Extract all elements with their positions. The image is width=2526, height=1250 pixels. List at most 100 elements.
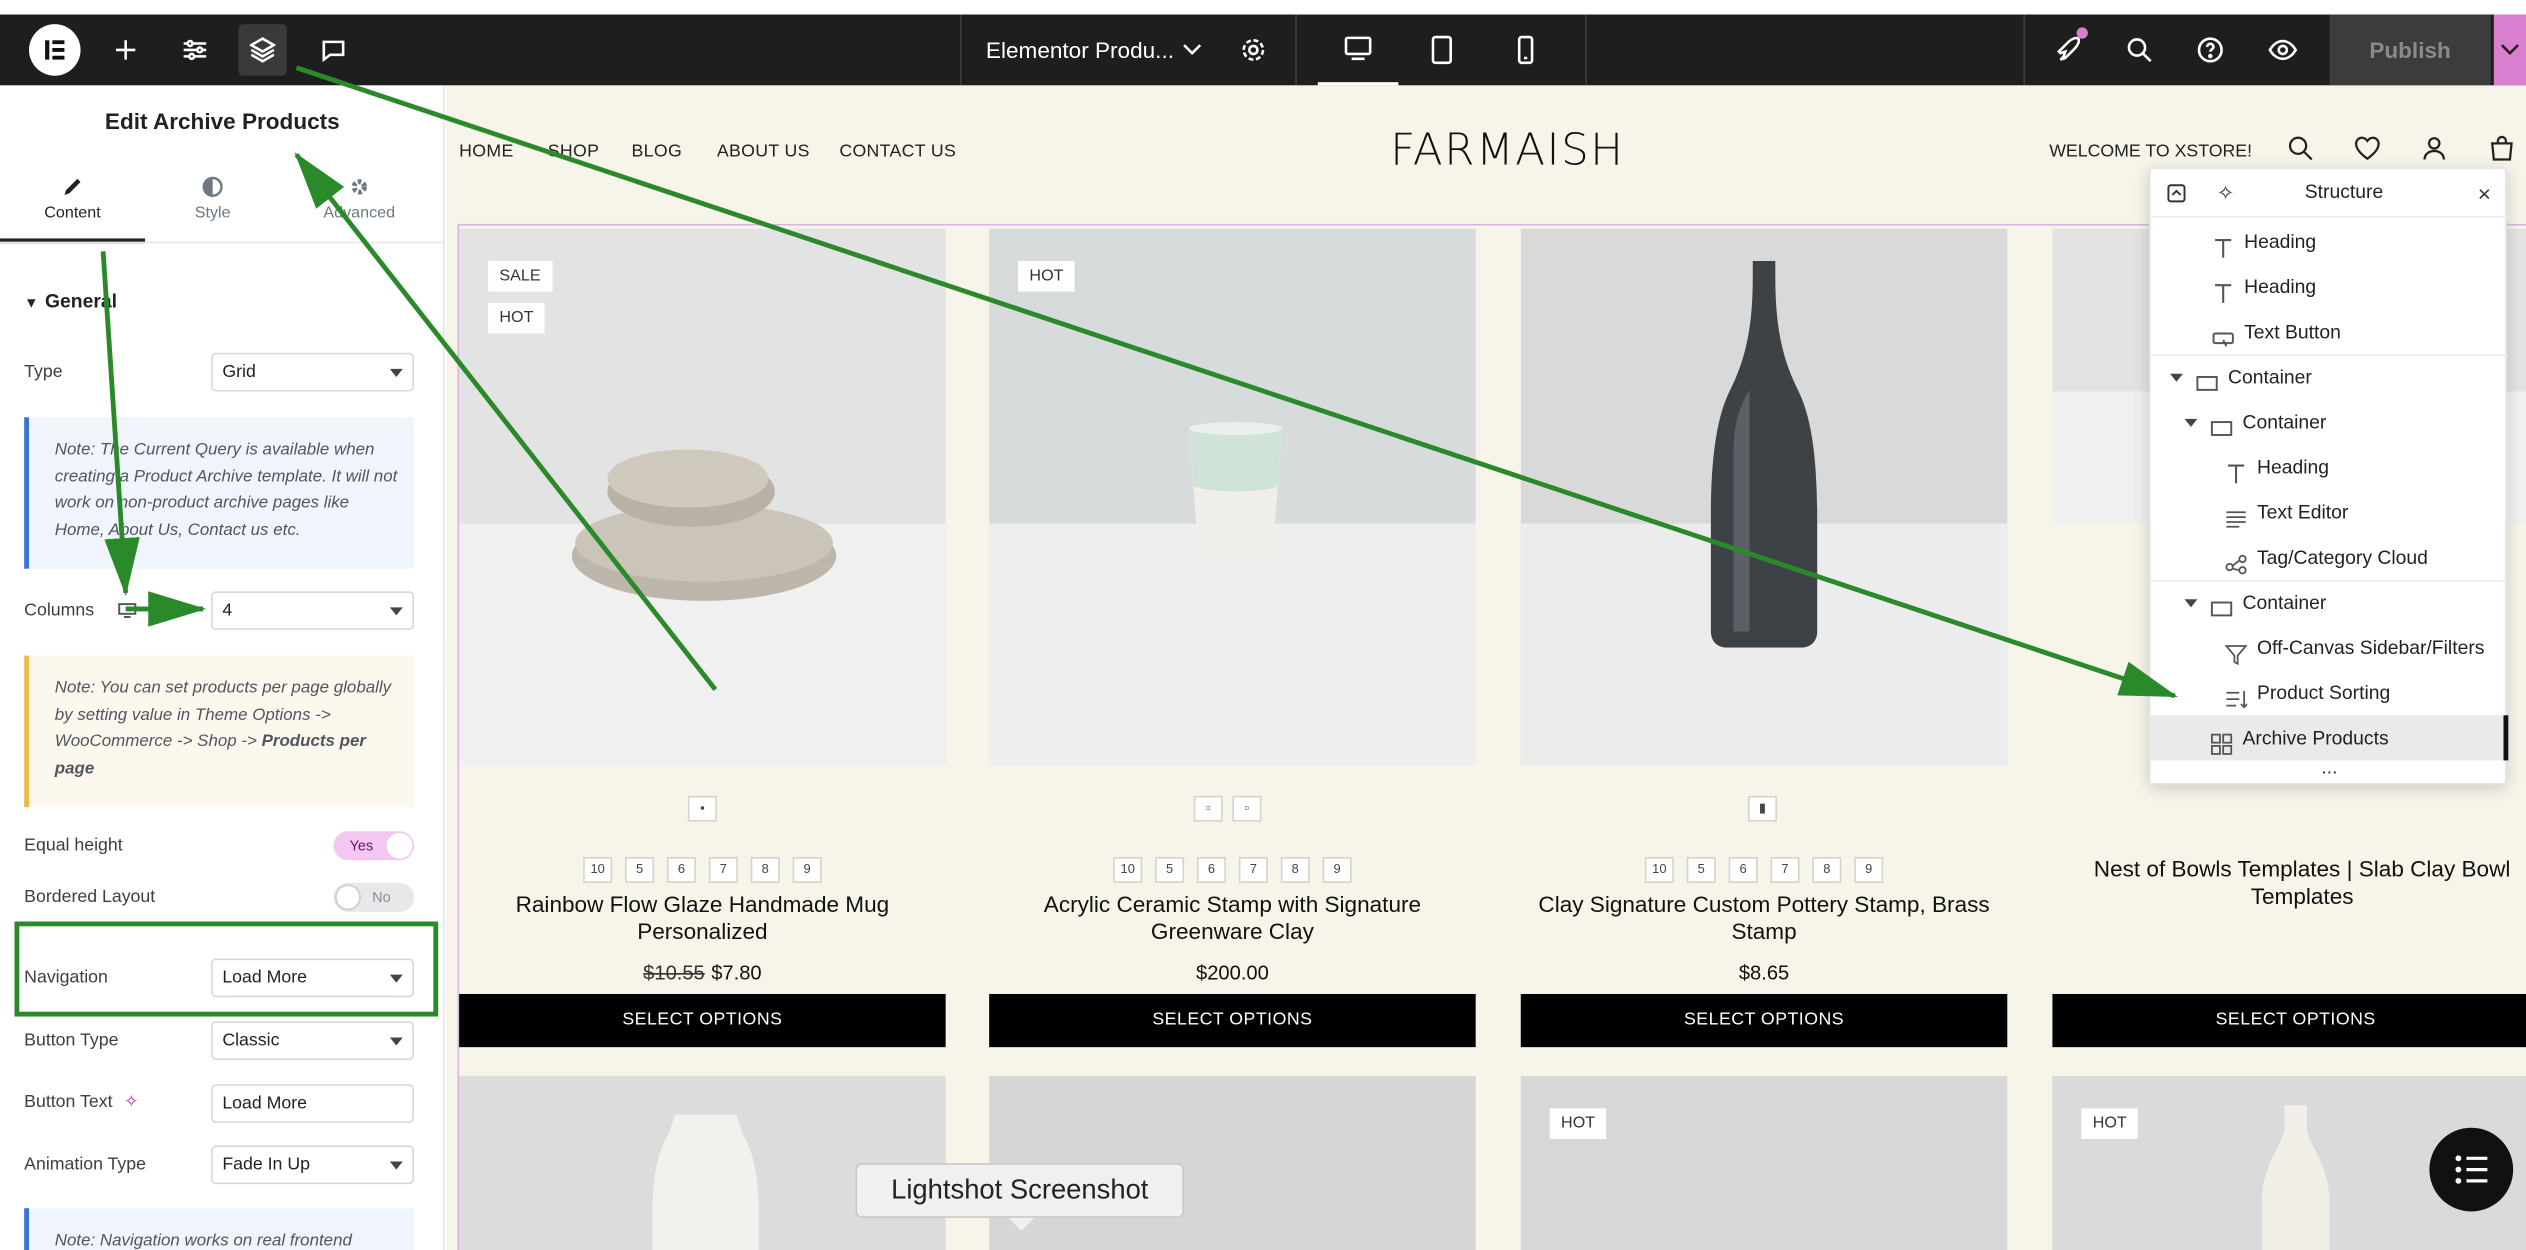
select-options-button[interactable]: SELECT OPTIONS — [2052, 993, 2526, 1048]
product-image[interactable] — [1520, 228, 2008, 766]
nav-about-us[interactable]: ABOUT US — [717, 142, 810, 161]
size-swatch[interactable]: 7 — [708, 857, 738, 883]
size-swatch[interactable]: 6 — [666, 857, 696, 883]
desktop-device-icon[interactable] — [118, 603, 137, 624]
structure-item-text-editor[interactable]: Text Editor — [2151, 490, 2509, 535]
ai-sparkle-icon[interactable]: ✧ — [124, 1091, 139, 1111]
size-swatch[interactable]: 7 — [1770, 857, 1800, 883]
structure-item-tag-cloud[interactable]: Tag/Category Cloud — [2151, 535, 2509, 580]
mobile-view-icon[interactable] — [1508, 14, 1543, 85]
swatch[interactable]: ▮ — [1747, 795, 1777, 822]
structure-item-heading[interactable]: Heading — [2151, 264, 2509, 309]
wishlist-heart-icon[interactable] — [2354, 135, 2381, 169]
swatch[interactable]: ▫ — [1193, 795, 1223, 822]
structure-item-heading[interactable]: Heading — [2151, 219, 2509, 264]
product-card[interactable]: HOT ▫ ▫ 10 5 6 7 8 9 Acrylic Ceramic Stamp wit… — [989, 228, 1476, 1067]
select-options-button[interactable]: SELECT OPTIONS — [459, 993, 946, 1048]
site-search-icon[interactable] — [2288, 135, 2314, 169]
caret-down-icon[interactable] — [2184, 418, 2198, 427]
select-options-button[interactable]: SELECT OPTIONS — [989, 993, 1476, 1048]
query-note: Note: The Current Query is available whe… — [24, 417, 415, 569]
nav-shop[interactable]: SHOP — [548, 142, 600, 161]
caret-down-icon[interactable] — [2184, 599, 2198, 608]
nav-contact-us[interactable]: CONTACT US — [839, 142, 956, 161]
publish-button[interactable]: Publish — [2329, 14, 2491, 86]
floating-menu-button[interactable] — [2429, 1127, 2514, 1212]
structure-item-container[interactable]: Container — [2151, 354, 2509, 399]
tab-advanced[interactable]: Advanced — [287, 172, 432, 243]
size-swatch[interactable]: 10 — [1113, 857, 1143, 883]
page-settings-gear-icon[interactable] — [1234, 14, 1273, 85]
size-swatch[interactable]: 6 — [1728, 857, 1758, 883]
structure-item-archive-products[interactable]: Archive Products — [2150, 715, 2509, 761]
size-swatch[interactable]: 8 — [1280, 857, 1310, 883]
type-select-value: Grid — [222, 362, 256, 382]
section-general-toggle[interactable]: ▼ General — [24, 290, 117, 313]
product-card[interactable]: HOT — [1520, 1076, 2008, 1250]
size-swatch[interactable]: 8 — [1812, 857, 1842, 883]
nav-blog[interactable]: BLOG — [632, 142, 683, 161]
button-text-input[interactable]: Load More — [211, 1084, 415, 1123]
product-card[interactable]: ▮ 10 5 6 7 8 9 Clay Signature Custom Pottery … — [1520, 228, 2008, 1067]
button-type-select[interactable]: Classic — [211, 1021, 415, 1061]
document-title[interactable]: Elementor Produ... — [986, 14, 1174, 85]
swatch[interactable]: ▪ — [687, 795, 717, 822]
size-swatch[interactable]: 9 — [1854, 857, 1884, 883]
caret-down-icon[interactable] — [2170, 373, 2183, 382]
search-icon[interactable] — [2120, 14, 2159, 85]
structure-item-text-button[interactable]: Text Button — [2151, 309, 2509, 354]
structure-layers-icon[interactable] — [238, 24, 287, 76]
size-swatch[interactable]: 8 — [750, 857, 780, 883]
structure-item-container[interactable]: Container — [2151, 580, 2509, 625]
site-logo[interactable]: FARMAISH — [1390, 126, 1624, 176]
notifications-rocket-icon[interactable] — [2049, 14, 2091, 85]
size-swatch[interactable]: 9 — [1322, 857, 1352, 883]
tab-content[interactable]: Content — [0, 172, 145, 244]
structure-item-off-canvas-sidebar[interactable]: Off-Canvas Sidebar/Filters — [2151, 625, 2509, 670]
help-icon[interactable] — [2191, 14, 2230, 85]
product-card[interactable]: SALE HOT ▪ 10 5 6 7 8 9 Rainbow Flow Glaze Ha… — [459, 228, 946, 1067]
nav-home[interactable]: HOME — [459, 142, 513, 161]
product-image[interactable] — [989, 228, 1476, 766]
structure-item-container[interactable]: Container — [2151, 400, 2509, 445]
tab-style[interactable]: Style — [140, 172, 285, 243]
type-select[interactable]: Grid — [211, 352, 415, 392]
preview-eye-icon[interactable] — [2262, 14, 2304, 85]
product-name[interactable]: Clay Signature Custom Pottery Stamp, Bra… — [1521, 891, 2008, 946]
list-menu-icon — [2455, 1155, 2488, 1184]
account-user-icon[interactable] — [2421, 135, 2447, 169]
columns-select[interactable]: 4 — [211, 591, 415, 630]
caret-down-icon: ▼ — [24, 294, 39, 311]
close-icon[interactable]: × — [2478, 180, 2491, 206]
size-swatch[interactable]: 5 — [1155, 857, 1185, 883]
size-swatch[interactable]: 10 — [1644, 857, 1674, 883]
structure-item-heading[interactable]: Heading — [2151, 445, 2509, 490]
product-image[interactable] — [1520, 1076, 2008, 1250]
chevron-down-icon[interactable] — [1179, 14, 1205, 85]
size-swatch[interactable]: 7 — [1238, 857, 1268, 883]
size-swatch[interactable]: 5 — [1686, 857, 1716, 883]
cart-bag-icon[interactable] — [2489, 135, 2515, 169]
desktop-view-icon[interactable] — [1317, 14, 1399, 86]
size-swatch[interactable]: 10 — [583, 857, 613, 883]
container-icon — [2196, 366, 2219, 391]
product-name[interactable]: Nest of Bowls Templates | Slab Clay Bowl… — [2065, 855, 2526, 910]
tablet-view-icon[interactable] — [1421, 14, 1463, 85]
bordered-layout-toggle[interactable]: No — [333, 882, 415, 912]
site-settings-icon[interactable] — [174, 14, 216, 85]
elementor-logo[interactable] — [28, 24, 81, 76]
structure-item-product-sorting[interactable]: Product Sorting — [2151, 670, 2509, 715]
swatch[interactable]: ▫ — [1232, 795, 1262, 822]
publish-options-chevron-icon[interactable] — [2493, 14, 2526, 86]
product-name[interactable]: Acrylic Ceramic Stamp with Signature Gre… — [989, 891, 1476, 946]
select-options-button[interactable]: SELECT OPTIONS — [1520, 993, 2008, 1048]
product-name[interactable]: Rainbow Flow Glaze Handmade Mug Personal… — [459, 891, 946, 946]
size-swatch[interactable]: 9 — [792, 857, 822, 883]
archive-products-icon — [2210, 727, 2233, 755]
animation-type-select[interactable]: Fade In Up — [211, 1145, 415, 1185]
size-swatch[interactable]: 6 — [1196, 857, 1226, 883]
add-element-icon[interactable] — [106, 14, 145, 85]
equal-height-toggle[interactable]: Yes — [333, 831, 415, 861]
comments-icon[interactable] — [313, 14, 355, 85]
size-swatch[interactable]: 5 — [625, 857, 655, 883]
